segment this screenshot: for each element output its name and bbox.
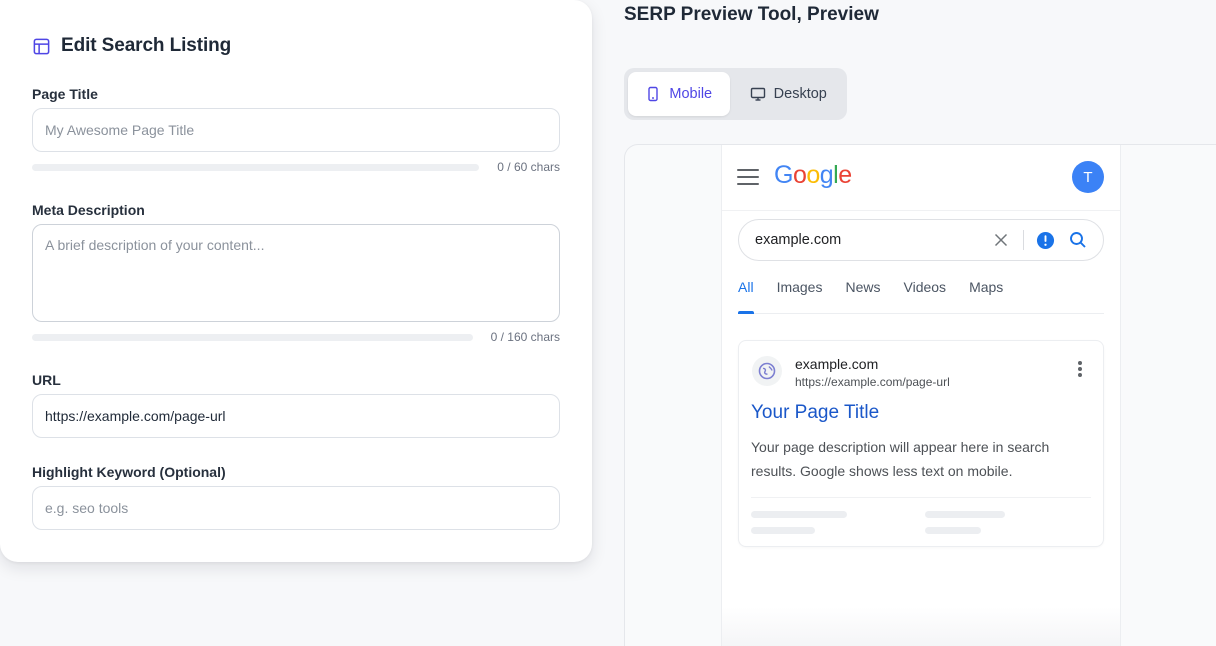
meta-description-progress	[32, 334, 473, 341]
search-icon[interactable]	[1069, 231, 1087, 249]
meta-description-label: Meta Description	[32, 202, 145, 218]
search-query: example.com	[755, 232, 842, 248]
result-description: Your page description will appear here i…	[751, 439, 1050, 479]
url-input[interactable]: https://example.com/page-url	[32, 394, 560, 438]
page-title-label: Page Title	[32, 86, 98, 102]
google-tabs: All Images News Videos Maps	[738, 271, 1104, 314]
result-site-url: https://example.com/page-url	[795, 375, 950, 389]
skeleton-line	[925, 527, 981, 534]
result-site-name: example.com	[795, 356, 879, 372]
google-search-box[interactable]: example.com	[738, 219, 1104, 261]
search-divider	[1023, 230, 1024, 250]
result-divider	[751, 497, 1091, 498]
hamburger-menu-icon[interactable]	[737, 169, 759, 185]
url-label: URL	[32, 372, 61, 388]
skeleton-line	[751, 527, 815, 534]
layout-icon	[33, 38, 50, 54]
preview-heading: SERP Preview Tool, Preview	[624, 4, 879, 25]
mobile-serp-mockup: Google T example.com All Images News Videos…	[721, 145, 1121, 646]
meta-description-char-count: 0 / 160 chars	[490, 330, 560, 344]
meta-description-textarea[interactable]: A brief description of your content...	[32, 224, 560, 322]
tab-maps[interactable]: Maps	[969, 271, 1003, 313]
keyword-label: Highlight Keyword (Optional)	[32, 464, 226, 480]
google-logo-letter: e	[838, 161, 852, 189]
info-alert-icon[interactable]	[1036, 231, 1055, 250]
skeleton-line	[751, 511, 847, 518]
page-title-input[interactable]: My Awesome Page Title	[32, 108, 560, 152]
page-title-char-count: 0 / 60 chars	[497, 160, 560, 174]
tab-all[interactable]: All	[738, 271, 754, 314]
smartphone-icon	[648, 86, 659, 102]
phone-bottom-fade	[722, 607, 1120, 646]
page-title-placeholder: My Awesome Page Title	[45, 122, 195, 138]
page-title-progress	[32, 164, 479, 171]
mobile-toggle-button[interactable]: Mobile	[628, 72, 730, 116]
mobile-toggle-label: Mobile	[669, 86, 713, 102]
tab-videos[interactable]: Videos	[904, 271, 947, 313]
skeleton-line	[925, 511, 1005, 518]
desktop-toggle-label: Desktop	[773, 86, 827, 102]
google-logo-letter: G	[774, 161, 793, 189]
keyword-placeholder: e.g. seo tools	[45, 500, 129, 516]
google-logo: Google	[774, 161, 852, 190]
meta-description-placeholder: A brief description of your content...	[45, 237, 265, 253]
globe-icon	[752, 356, 782, 386]
url-value: https://example.com/page-url	[45, 408, 226, 424]
desktop-toggle-button[interactable]: Desktop	[734, 72, 843, 116]
close-icon[interactable]	[993, 232, 1009, 248]
avatar[interactable]: T	[1072, 161, 1104, 193]
more-options-icon[interactable]	[1077, 361, 1083, 377]
monitor-icon	[750, 87, 765, 101]
keyword-input[interactable]: e.g. seo tools	[32, 486, 560, 530]
preview-frame: Google T example.com All Images News Videos…	[624, 144, 1216, 646]
result-title-link[interactable]: Your Page Title	[751, 402, 879, 424]
google-logo-letter: g	[819, 161, 834, 189]
device-toggle: Mobile Desktop	[624, 68, 847, 120]
card-title: Edit Search Listing	[61, 35, 232, 56]
tab-images[interactable]: Images	[777, 271, 823, 313]
tab-news[interactable]: News	[845, 271, 880, 313]
card-header: Edit Search Listing	[32, 33, 231, 59]
edit-listing-card: Edit Search Listing Page Title My Awesom…	[0, 0, 592, 562]
google-logo-letter: o	[792, 161, 807, 189]
google-logo-letter: o	[806, 161, 820, 189]
search-result-card: example.com https://example.com/page-url…	[738, 340, 1104, 547]
google-topbar: Google T	[722, 145, 1120, 211]
